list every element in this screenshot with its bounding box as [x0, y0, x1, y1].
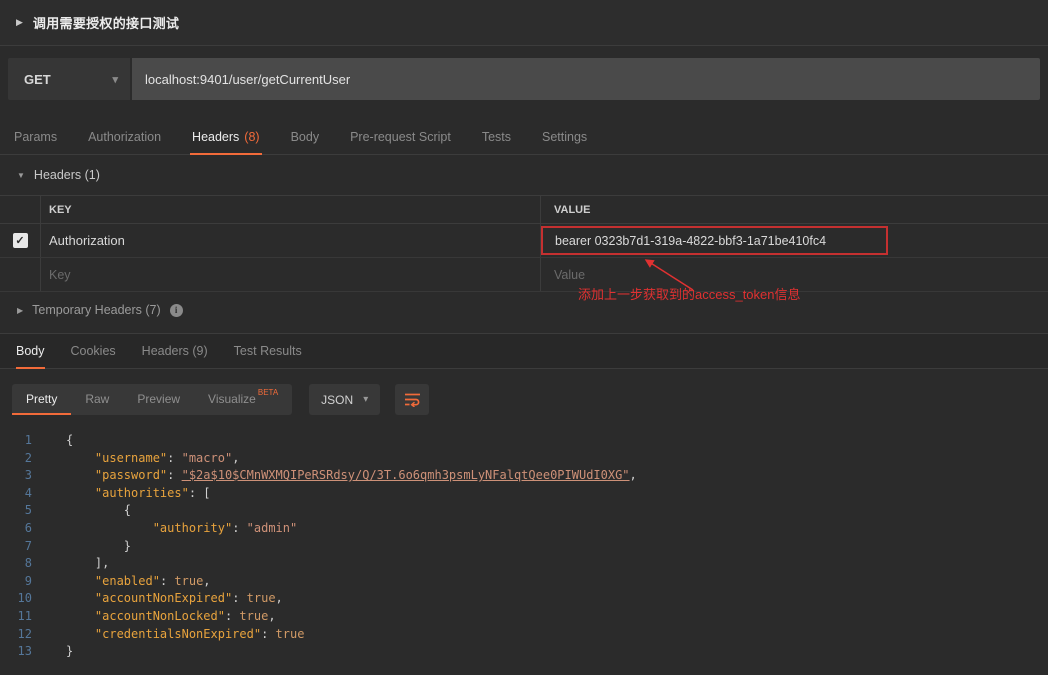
code-line: "username": "macro",	[66, 450, 1048, 468]
code-line: "accountNonLocked": true,	[66, 608, 1048, 626]
line-number: 1	[0, 432, 32, 450]
format-select[interactable]: JSON	[309, 384, 380, 415]
chevron-down-icon	[112, 73, 118, 86]
chevron-down-icon	[17, 171, 25, 180]
temporary-headers-toggle[interactable]: Temporary Headers (7)	[0, 292, 1048, 328]
response-tab-headers-9[interactable]: Headers (9)	[142, 334, 208, 368]
line-number: 2	[0, 450, 32, 468]
request-url-bar: GET localhost:9401/user/getCurrentUser	[0, 46, 1048, 100]
annotation-text: 添加上一步获取到的access_token信息	[578, 284, 801, 303]
view-tab-visualize[interactable]: VisualizeBETA	[194, 384, 292, 415]
url-input[interactable]: localhost:9401/user/getCurrentUser	[132, 58, 1040, 100]
response-body-viewer[interactable]: 12345678910111213 { "username": "macro",…	[0, 427, 1048, 661]
response-tab-cookies[interactable]: Cookies	[71, 334, 116, 368]
line-number: 3	[0, 467, 32, 485]
method-select[interactable]: GET	[8, 58, 130, 100]
view-tab-preview[interactable]: Preview	[123, 384, 194, 415]
view-tab-pretty[interactable]: Pretty	[12, 384, 71, 415]
key-column-header: KEY	[40, 196, 540, 223]
chevron-down-icon	[363, 394, 368, 405]
wrap-text-icon	[404, 392, 421, 407]
line-number: 13	[0, 643, 32, 661]
code-line: "accountNonExpired": true,	[66, 590, 1048, 608]
request-tab-tests[interactable]: Tests	[480, 120, 513, 154]
row-checkbox[interactable]	[13, 233, 28, 248]
response-view-bar: PrettyRawPreviewVisualizeBETA JSON	[0, 369, 1048, 427]
code-line: "credentialsNonExpired": true	[66, 626, 1048, 644]
request-tab-pre-request-script[interactable]: Pre-request Script	[348, 120, 453, 154]
collapse-arrow-icon[interactable]	[16, 17, 23, 28]
highlight-box: bearer 0323b7d1-319a-4822-bbf3-1a71be410…	[541, 226, 888, 255]
table-row: Authorization bearer 0323b7d1-319a-4822-…	[0, 224, 1048, 258]
code-line: {	[66, 502, 1048, 520]
line-number: 10	[0, 590, 32, 608]
format-label: JSON	[321, 393, 353, 407]
line-number: 7	[0, 538, 32, 556]
headers-section-toggle[interactable]: Headers (1)	[0, 155, 1048, 195]
json-code: { "username": "macro", "password": "$2a$…	[44, 432, 1048, 661]
header-key-field[interactable]: Authorization	[40, 224, 540, 257]
key-input-placeholder[interactable]: Key	[40, 258, 540, 291]
headers-editor: Headers (1) KEY VALUE Authorization bear…	[0, 155, 1048, 328]
request-tab-settings[interactable]: Settings	[540, 120, 589, 154]
request-tab-params[interactable]: Params	[12, 120, 59, 154]
wrap-text-button[interactable]	[395, 384, 429, 415]
code-line: "enabled": true,	[66, 573, 1048, 591]
code-line: "password": "$2a$10$CMnWXMQIPeRSRdsy/Q/3…	[66, 467, 1048, 485]
line-number: 8	[0, 555, 32, 573]
line-number: 6	[0, 520, 32, 538]
line-number: 9	[0, 573, 32, 591]
view-mode-switcher: PrettyRawPreviewVisualizeBETA	[12, 384, 292, 415]
code-line: }	[66, 643, 1048, 661]
temporary-headers-label: Temporary Headers (7)	[32, 303, 161, 317]
request-tab-body[interactable]: Body	[289, 120, 322, 154]
code-line: "authorities": [	[66, 485, 1048, 503]
line-number: 4	[0, 485, 32, 503]
line-number-gutter: 12345678910111213	[0, 432, 44, 661]
table-row-empty: Key Value	[0, 258, 1048, 292]
request-tabs: Params Authorization Headers(8) Body Pre-req…	[0, 120, 1048, 155]
response-tabs: Body Cookies Headers (9) Test Results	[0, 333, 1048, 369]
headers-table: KEY VALUE Authorization bearer 0323b7d1-…	[0, 195, 1048, 292]
headers-section-title: Headers (1)	[34, 168, 100, 182]
line-number: 11	[0, 608, 32, 626]
headers-table-header: KEY VALUE	[0, 196, 1048, 224]
value-column-header: VALUE	[540, 196, 1048, 223]
request-tab-authorization[interactable]: Authorization	[86, 120, 163, 154]
code-line: }	[66, 538, 1048, 556]
header-value-field[interactable]: bearer 0323b7d1-319a-4822-bbf3-1a71be410…	[555, 234, 826, 248]
header-checkbox-column	[0, 196, 40, 223]
request-tab-headers[interactable]: Headers(8)	[190, 120, 262, 154]
response-tab-body[interactable]: Body	[16, 334, 45, 368]
code-line: ],	[66, 555, 1048, 573]
request-title: 调用需要授权的接口测试	[33, 13, 179, 32]
code-line: {	[66, 432, 1048, 450]
response-tab-test-results[interactable]: Test Results	[234, 334, 302, 368]
method-label: GET	[24, 72, 51, 87]
code-line: "authority": "admin"	[66, 520, 1048, 538]
line-number: 5	[0, 502, 32, 520]
line-number: 12	[0, 626, 32, 644]
request-title-bar: 调用需要授权的接口测试	[0, 0, 1048, 46]
view-tab-raw[interactable]: Raw	[71, 384, 123, 415]
info-icon[interactable]	[170, 304, 183, 317]
chevron-right-icon	[17, 306, 23, 315]
